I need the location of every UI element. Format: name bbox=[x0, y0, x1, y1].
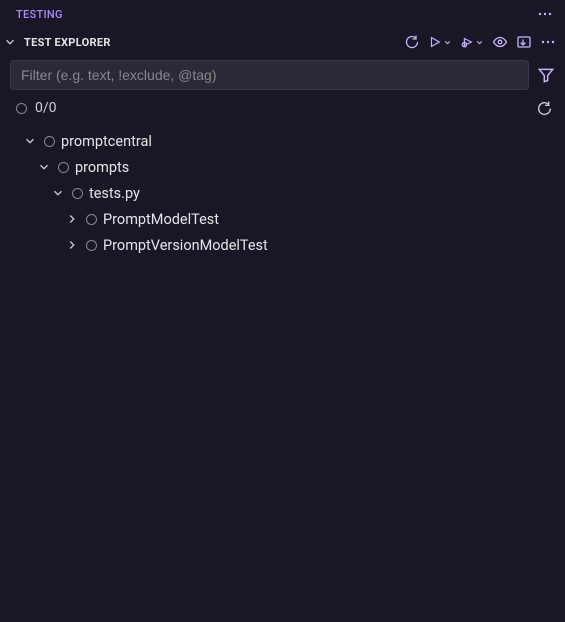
ellipsis-icon bbox=[537, 6, 553, 22]
ellipsis-icon bbox=[540, 34, 556, 50]
filter-icon bbox=[537, 66, 555, 84]
refresh-button[interactable] bbox=[401, 31, 423, 53]
status-counts: 0/0 bbox=[35, 100, 525, 116]
chevron-down-icon[interactable] bbox=[22, 133, 38, 149]
chevron-down-icon bbox=[443, 38, 452, 47]
play-icon bbox=[428, 35, 442, 49]
show-output-button[interactable] bbox=[513, 31, 535, 53]
chevron-down-icon bbox=[475, 38, 484, 47]
tree-item[interactable]: prompts bbox=[0, 154, 565, 180]
tree-item-label: PromptModelTest bbox=[103, 211, 219, 228]
debug-tests-button[interactable] bbox=[457, 31, 487, 53]
test-tree: promptcentral prompts tests.py PromptModelT… bbox=[0, 122, 565, 264]
section-title: TEST EXPLORER bbox=[24, 36, 395, 49]
chevron-right-icon[interactable] bbox=[64, 211, 80, 227]
panel-header: TESTING bbox=[0, 0, 565, 28]
tree-item-label: tests.py bbox=[89, 185, 140, 202]
status-circle-icon bbox=[16, 103, 27, 114]
status-circle-icon bbox=[86, 240, 97, 251]
debug-icon bbox=[460, 35, 474, 49]
section-header[interactable]: TEST EXPLORER bbox=[0, 28, 565, 56]
tree-item-label: prompts bbox=[75, 159, 129, 176]
output-icon bbox=[516, 34, 532, 50]
status-row: 0/0 bbox=[0, 94, 565, 122]
show-coverage-button[interactable] bbox=[489, 31, 511, 53]
panel-more-button[interactable] bbox=[533, 4, 557, 24]
filter-row bbox=[0, 56, 565, 94]
status-circle-icon bbox=[58, 162, 69, 173]
eye-icon bbox=[492, 34, 508, 50]
tree-item[interactable]: promptcentral bbox=[0, 128, 565, 154]
status-refresh-button[interactable] bbox=[533, 97, 555, 119]
status-circle-icon bbox=[86, 214, 97, 225]
tree-item[interactable]: PromptModelTest bbox=[0, 206, 565, 232]
run-tests-button[interactable] bbox=[425, 31, 455, 53]
filter-input[interactable] bbox=[10, 60, 529, 90]
filter-button[interactable] bbox=[537, 66, 555, 84]
status-circle-icon bbox=[72, 188, 83, 199]
section-toolbar bbox=[401, 31, 559, 53]
chevron-down-icon bbox=[2, 34, 18, 50]
tree-item[interactable]: tests.py bbox=[0, 180, 565, 206]
refresh-icon bbox=[536, 100, 553, 117]
status-circle-icon bbox=[44, 136, 55, 147]
panel-title: TESTING bbox=[16, 8, 63, 21]
tree-item-label: PromptVersionModelTest bbox=[103, 237, 268, 254]
tree-item[interactable]: PromptVersionModelTest bbox=[0, 232, 565, 258]
chevron-right-icon[interactable] bbox=[64, 237, 80, 253]
refresh-icon bbox=[404, 34, 420, 50]
chevron-down-icon[interactable] bbox=[50, 185, 66, 201]
tree-item-label: promptcentral bbox=[61, 133, 152, 150]
chevron-down-icon[interactable] bbox=[36, 159, 52, 175]
section-more-button[interactable] bbox=[537, 31, 559, 53]
